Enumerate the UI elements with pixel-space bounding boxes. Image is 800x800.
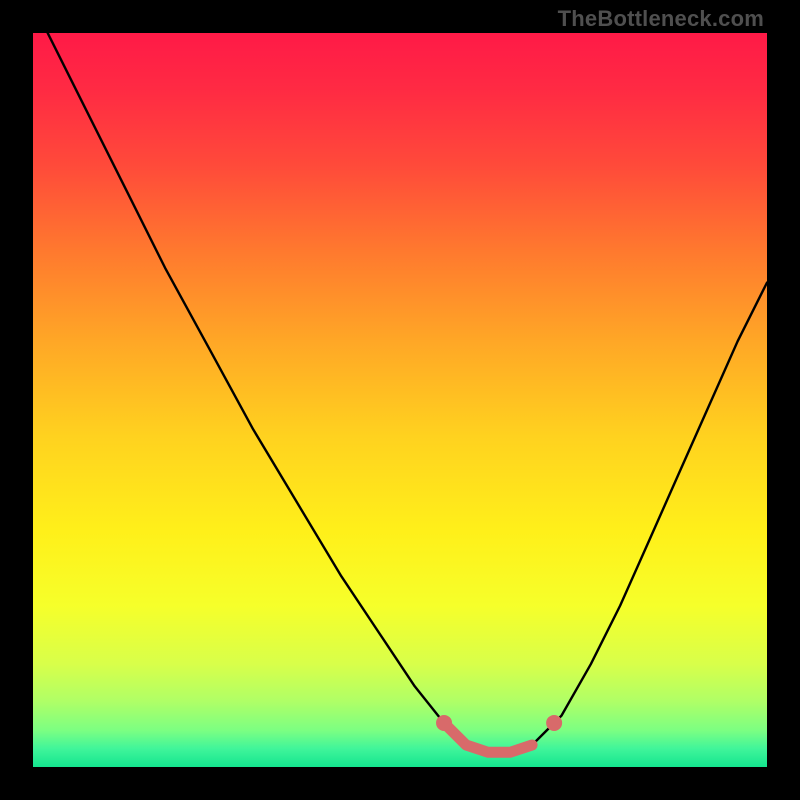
highlight-dot-right (546, 715, 562, 731)
plot-area (33, 33, 767, 767)
watermark-text: TheBottleneck.com (558, 6, 764, 32)
highlight-segment (444, 723, 532, 752)
chart-frame: TheBottleneck.com (0, 0, 800, 800)
highlight-dot-left (436, 715, 452, 731)
bottleneck-curve (33, 33, 767, 752)
chart-svg (33, 33, 767, 767)
